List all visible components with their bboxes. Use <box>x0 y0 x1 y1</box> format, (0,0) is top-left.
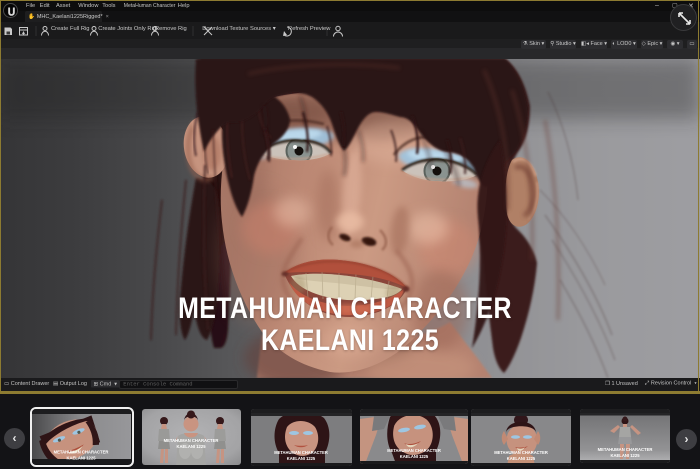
svg-text:KAELANI 1225: KAELANI 1225 <box>610 453 640 458</box>
svg-text:KAELANI 1225: KAELANI 1225 <box>507 456 536 461</box>
svg-text:KAELANI 1225: KAELANI 1225 <box>176 444 206 449</box>
svg-text:KAELANI 1225: KAELANI 1225 <box>400 454 429 459</box>
svg-text:KAELANI 1225: KAELANI 1225 <box>66 456 96 461</box>
svg-text:METAHUMAN CHARACTER: METAHUMAN CHARACTER <box>164 438 219 443</box>
svg-text:METAHUMAN CHARACTER: METAHUMAN CHARACTER <box>274 450 328 455</box>
svg-text:METAHUMAN CHARACTER: METAHUMAN CHARACTER <box>598 447 653 452</box>
svg-text:METAHUMAN CHARACTER: METAHUMAN CHARACTER <box>494 450 548 455</box>
svg-text:KAELANI 1225: KAELANI 1225 <box>287 456 316 461</box>
svg-text:METAHUMAN CHARACTER: METAHUMAN CHARACTER <box>54 450 109 455</box>
svg-text:METAHUMAN CHARACTER: METAHUMAN CHARACTER <box>387 448 441 453</box>
